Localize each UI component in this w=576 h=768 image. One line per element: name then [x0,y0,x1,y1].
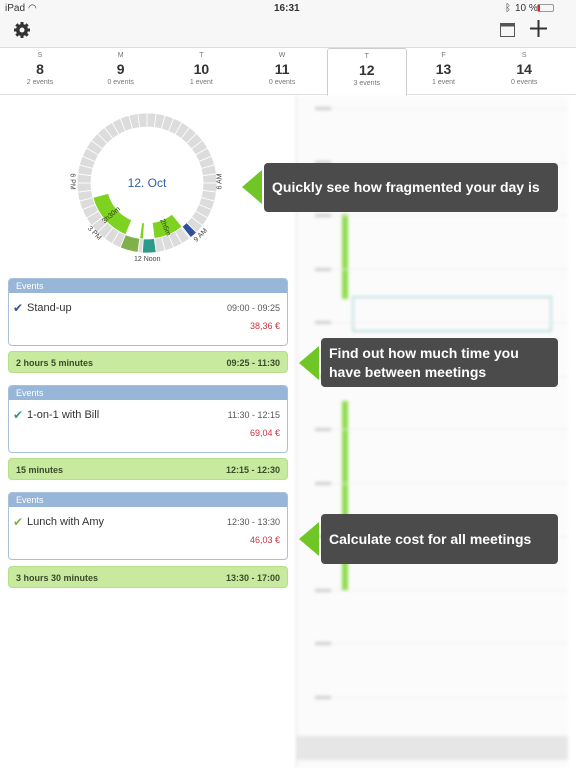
free-range: 13:30 - 17:00 [225,573,280,583]
event-count: 2 events [26,79,54,86]
day-12[interactable]: T 12 3 events [326,48,407,96]
callout-fragmented: Quickly see how fragmented your day is [264,163,558,212]
day-of-week: M [117,52,124,59]
battery-level: 10 % [515,3,538,14]
event-count: 3 events [353,80,381,87]
hour-segment [202,173,218,184]
event-title: Lunch with Amy [27,516,105,528]
free-duration: 2 hours 5 minutes [16,358,94,368]
dial-date: 12. Oct [128,176,167,190]
free-range: 12:15 - 12:30 [225,465,280,475]
event-segment [141,238,157,254]
callout-cost: Calculate cost for all meetings [321,514,558,564]
checkmark-icon: ✔ [13,301,24,315]
event-cost: 46,03 € [249,535,280,545]
event-card[interactable]: Events ✔ Stand-up 09:00 - 09:25 38,36 € [8,278,288,346]
hour-segment [76,182,92,193]
day-10[interactable]: T 10 1 event [161,48,241,95]
clock: 16:31 [274,3,300,14]
free-time-arc [139,222,145,240]
free-duration: 3 hours 30 minutes [16,573,99,583]
free-time-row[interactable]: 2 hours 5 minutes 09:25 - 11:30 [8,351,288,373]
label-6am: 6 AM [216,173,224,190]
wifi-icon: ◠ [28,3,37,14]
label-noon: 12 Noon [134,256,161,263]
event-time: 09:00 - 09:25 [226,303,280,313]
day-number: 8 [36,61,44,77]
gear-icon[interactable] [13,21,31,39]
free-duration: 15 minutes [16,465,64,475]
free-time-row[interactable]: 15 minutes 12:15 - 12:30 [8,458,288,480]
event-title: Stand-up [27,302,72,314]
day-11[interactable]: W 11 0 events [242,48,322,95]
hour-segment [137,112,148,128]
day-number: 11 [274,61,290,77]
day-13[interactable]: F 13 1 event [404,48,484,95]
callout-pointer [299,346,319,380]
event-cost: 38,36 € [249,321,280,331]
day-of-week: S [521,52,527,59]
day-of-week: W [278,52,286,59]
event-count: 0 events [510,79,538,86]
event-count: 0 events [268,79,296,86]
events-header: Events [9,279,287,293]
checkmark-icon: ✔ [13,515,24,529]
events-header: Events [9,386,287,400]
day-number: 12 [359,62,375,78]
free-time-row[interactable]: 3 hours 30 minutes 13:30 - 17:00 [8,566,288,588]
bluetooth-icon: ᛒ [505,3,511,14]
checkmark-icon: ✔ [13,408,24,422]
day-number: 10 [193,61,210,77]
free-range: 09:25 - 11:30 [226,358,280,368]
event-card[interactable]: Events ✔ 1-on-1 with Bill 11:30 - 12:15 69,0… [8,385,288,453]
day-8[interactable]: S 8 2 events [0,48,80,95]
event-card[interactable]: Events ✔ Lunch with Amy 12:30 - 13:30 46,03 … [8,492,288,560]
callout-pointer [242,170,262,204]
events-header: Events [9,493,287,507]
event-count: 1 event [189,79,213,86]
day-of-week: T [364,53,369,60]
callout-between-meetings: Find out how much time you have between … [321,338,558,387]
day-of-week: T [199,52,204,59]
day-number: 9 [116,61,125,77]
event-time: 11:30 - 12:15 [227,410,280,420]
plus-icon[interactable] [530,20,547,37]
week-strip: S 8 2 events M 9 0 events T 10 1 event W 11 0 event… [0,48,576,96]
event-count: 1 event [432,79,455,86]
day-14[interactable]: S 14 0 events [484,48,564,95]
toolbar [0,16,576,48]
day-of-week: F [441,52,446,59]
day-of-week: S [37,52,43,59]
device-name: iPad [5,3,26,14]
event-cost: 69,04 € [249,428,280,438]
day-9[interactable]: M 9 0 events [81,48,161,95]
status-bar: iPad ◠ 16:31 ᛒ 10 % [0,0,576,16]
calendar-icon[interactable] [500,22,515,37]
battery-icon [537,4,554,12]
event-time: 12:30 - 13:30 [226,517,280,527]
callout-pointer [299,522,319,556]
day-number: 14 [516,61,532,77]
event-title: 1-on-1 with Bill [27,409,100,421]
event-count: 0 events [107,79,134,86]
day-number: 13 [435,61,452,77]
label-6pm: 6 PM [68,173,76,190]
